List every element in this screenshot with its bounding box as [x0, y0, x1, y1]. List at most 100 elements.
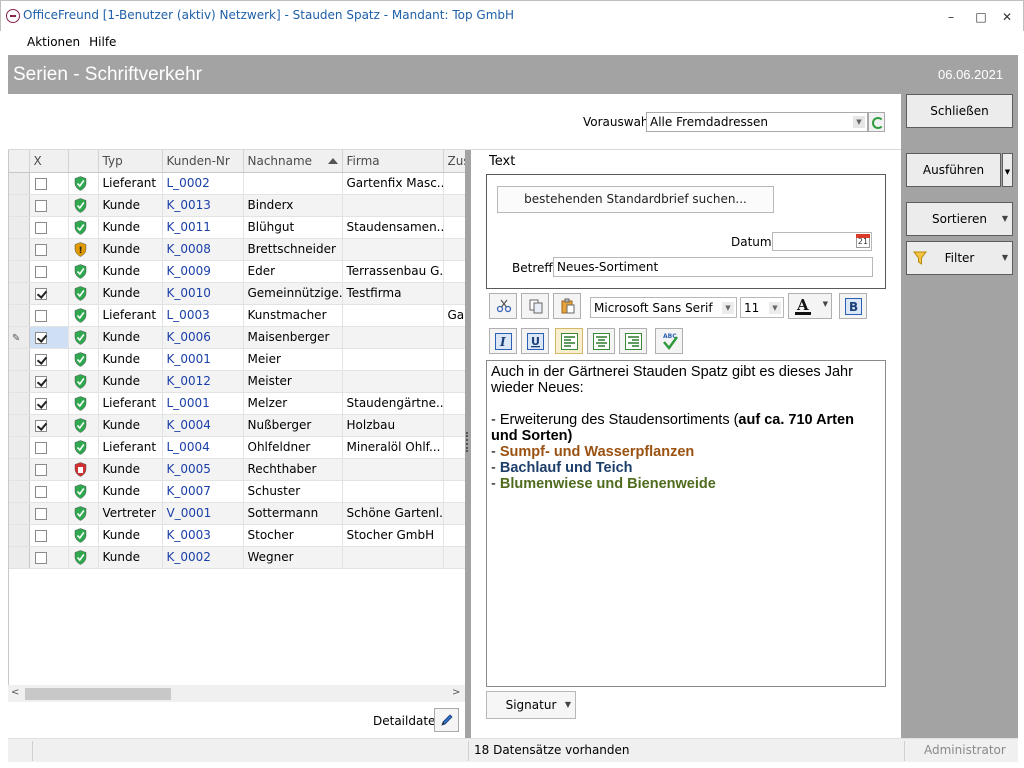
- row-header[interactable]: [9, 348, 30, 371]
- spellcheck-button[interactable]: ABC: [655, 328, 683, 354]
- row-header[interactable]: [9, 238, 30, 261]
- table-row[interactable]: Lieferant L_0004 Ohlfeldner Mineralöl Ohlf.…: [9, 436, 465, 459]
- row-header[interactable]: [9, 524, 30, 547]
- table-row[interactable]: Kunde K_0003 Stocher Stocher GmbH: [9, 524, 465, 547]
- row-checkbox[interactable]: [34, 485, 47, 498]
- row-header[interactable]: [9, 436, 30, 459]
- font-size-select[interactable]: 11 ▼: [740, 297, 784, 318]
- row-select-cell[interactable]: [29, 326, 69, 349]
- row-select-cell[interactable]: [29, 260, 69, 283]
- table-row[interactable]: Kunde K_0004 Nußberger Holzbau: [9, 414, 465, 437]
- betreff-field[interactable]: Neues-Sortiment: [553, 257, 873, 277]
- col-header-zus[interactable]: Zus: [443, 150, 465, 173]
- col-header-typ[interactable]: Typ: [98, 150, 163, 173]
- row-checkbox[interactable]: [34, 375, 47, 388]
- search-standard-letter-button[interactable]: bestehenden Standardbrief suchen...: [497, 186, 774, 213]
- row-checkbox[interactable]: [34, 419, 47, 432]
- row-header[interactable]: [9, 370, 30, 393]
- minimize-button[interactable]: –: [941, 7, 961, 27]
- row-checkbox[interactable]: [34, 507, 47, 520]
- row-header[interactable]: [9, 414, 30, 437]
- close-window-button[interactable]: ✕: [997, 7, 1017, 27]
- row-select-cell[interactable]: [29, 348, 69, 371]
- font-family-select[interactable]: Microsoft Sans Serif ▼: [590, 297, 737, 318]
- row-select-cell[interactable]: [29, 480, 69, 503]
- table-row[interactable]: Vertreter V_0001 Sottermann Schöne Gartenl.…: [9, 502, 465, 525]
- underline-button[interactable]: U: [521, 328, 549, 354]
- sort-button[interactable]: Sortieren ▼: [906, 202, 1013, 236]
- row-checkbox[interactable]: [34, 551, 47, 564]
- row-select-cell[interactable]: [29, 370, 69, 393]
- row-header[interactable]: [9, 172, 30, 195]
- copy-button[interactable]: [521, 293, 549, 319]
- row-select-cell[interactable]: [29, 458, 69, 481]
- filter-button[interactable]: Filter ▼: [906, 241, 1013, 275]
- align-right-button[interactable]: [619, 328, 647, 354]
- calendar-icon[interactable]: 21: [856, 234, 870, 248]
- scrollbar-thumb[interactable]: [25, 688, 171, 700]
- row-select-cell[interactable]: [29, 304, 69, 327]
- table-row[interactable]: Kunde K_0010 Gemeinnützige... Testfirma: [9, 282, 465, 305]
- row-select-cell[interactable]: [29, 502, 69, 525]
- execute-dropdown-button[interactable]: ▼: [1002, 153, 1013, 187]
- paste-button[interactable]: [553, 293, 581, 319]
- align-center-button[interactable]: [587, 328, 615, 354]
- execute-button[interactable]: Ausführen: [906, 153, 1001, 187]
- row-checkbox[interactable]: [34, 265, 47, 278]
- table-row[interactable]: ✎ Kunde K_0006 Maisenberger: [9, 326, 465, 349]
- font-color-button[interactable]: A ▼: [788, 293, 832, 319]
- table-row[interactable]: Kunde K_0012 Meister: [9, 370, 465, 393]
- row-checkbox[interactable]: [34, 529, 47, 542]
- signature-button[interactable]: Signatur ▼: [486, 691, 576, 719]
- row-select-cell[interactable]: [29, 524, 69, 547]
- table-row[interactable]: Kunde K_0001 Meier: [9, 348, 465, 371]
- row-select-cell[interactable]: [29, 546, 69, 569]
- row-checkbox[interactable]: [34, 309, 47, 322]
- row-checkbox[interactable]: [34, 221, 47, 234]
- row-checkbox[interactable]: [34, 463, 47, 476]
- table-row[interactable]: LieferantL_0003Kunstmacher Gar: [9, 304, 465, 327]
- row-header[interactable]: [9, 546, 30, 569]
- menu-aktionen[interactable]: Aktionen: [8, 31, 89, 53]
- table-row[interactable]: Lieferant L_0001 Melzer Staudengärtne...: [9, 392, 465, 415]
- row-header[interactable]: [9, 304, 30, 327]
- refresh-icon[interactable]: [868, 112, 885, 132]
- row-checkbox[interactable]: [34, 177, 47, 190]
- horizontal-scrollbar[interactable]: < >: [8, 685, 465, 702]
- row-header[interactable]: [9, 480, 30, 503]
- row-header[interactable]: [9, 216, 30, 239]
- row-checkbox[interactable]: [34, 199, 47, 212]
- bold-button[interactable]: B: [839, 293, 867, 319]
- row-select-cell[interactable]: [29, 172, 69, 195]
- menu-hilfe[interactable]: Hilfe: [89, 31, 125, 53]
- col-header-x[interactable]: X: [29, 150, 69, 173]
- table-row[interactable]: Kunde K_0013 Binderx: [9, 194, 465, 217]
- row-header[interactable]: ✎: [9, 326, 30, 349]
- row-checkbox[interactable]: [34, 397, 47, 410]
- col-header-firma[interactable]: Firma: [342, 150, 444, 173]
- table-row[interactable]: Kunde K_0009 Eder Terrassenbau G...: [9, 260, 465, 283]
- row-select-cell[interactable]: [29, 282, 69, 305]
- col-header-kunden-nr[interactable]: Kunden-Nr: [162, 150, 244, 173]
- close-button[interactable]: Schließen: [906, 94, 1013, 128]
- row-header[interactable]: [9, 392, 30, 415]
- table-row[interactable]: Kunde K_0007 Schuster: [9, 480, 465, 503]
- row-checkbox[interactable]: [34, 287, 47, 300]
- table-row[interactable]: Kunde K_0002 Wegner: [9, 546, 465, 569]
- col-header-nachname[interactable]: Nachname: [243, 150, 343, 173]
- row-select-cell[interactable]: [29, 194, 69, 217]
- row-header[interactable]: [9, 194, 30, 217]
- table-row[interactable]: Kunde K_0011 Blühgut Staudensamen...: [9, 216, 465, 239]
- detail-edit-button[interactable]: [434, 708, 459, 732]
- row-header[interactable]: [9, 282, 30, 305]
- row-header[interactable]: [9, 260, 30, 283]
- row-select-cell[interactable]: [29, 392, 69, 415]
- row-header[interactable]: [9, 458, 30, 481]
- row-checkbox[interactable]: [34, 441, 47, 454]
- table-row[interactable]: Lieferant L_0002 Gartenfix Masc...: [9, 172, 465, 195]
- row-select-cell[interactable]: [29, 414, 69, 437]
- align-left-button[interactable]: [555, 328, 583, 354]
- italic-button[interactable]: I: [489, 328, 517, 354]
- scroll-right-icon[interactable]: >: [452, 687, 460, 698]
- row-checkbox[interactable]: [34, 243, 47, 256]
